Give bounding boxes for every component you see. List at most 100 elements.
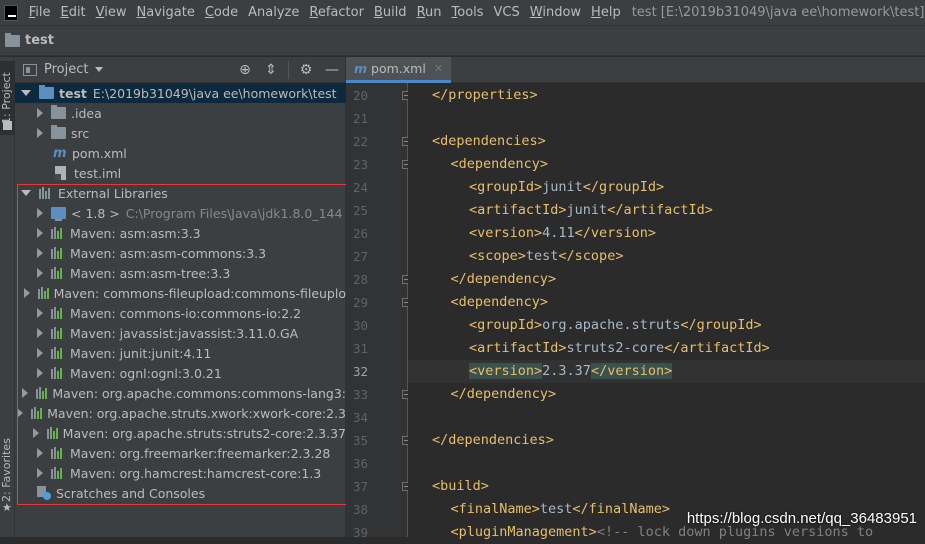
code-line[interactable] [408,452,925,475]
expand-arrow-icon[interactable] [22,388,29,398]
folder-icon [51,125,66,139]
expand-arrow-icon[interactable] [37,128,43,138]
tree-row-library[interactable]: Maven: asm:asm-commons:3.3 [15,243,346,263]
code-line[interactable]: </dependencies> [408,429,925,452]
library-label: Maven: javassist:javassist:3.11.0.GA [70,325,299,341]
library-label: Maven: junit:junit:4.11 [70,345,212,361]
tree-row-library[interactable]: Maven: org.apache.commons:commons-lang3: [15,383,346,403]
expand-arrow-icon[interactable] [37,108,43,118]
expand-arrow-icon[interactable] [37,228,43,238]
maven-library-icon [51,347,65,359]
menu-item[interactable]: Refactor [304,5,369,20]
chevron-down-icon[interactable] [95,67,104,72]
tree-row-library[interactable]: Maven: org.freemarker:freemarker:2.3.28 [15,443,346,463]
tab-pom-xml[interactable]: m pom.xml ✕ [346,57,452,83]
code-line[interactable]: <version>4.11</version> [408,222,925,245]
expand-arrow-icon[interactable] [37,328,43,338]
menu-item[interactable]: VCS [489,5,525,20]
code-line[interactable]: <artifactId>struts2-core</artifactId> [408,337,925,360]
tree-row-root[interactable]: test E:\2019b31049\java ee\homework\test [15,83,346,103]
window-title: test [E:\2019b31049\java ee\homework\tes… [631,5,925,20]
close-icon[interactable]: ✕ [434,62,443,75]
code-line[interactable]: <groupId>junit</groupId> [408,176,925,199]
tree-row-pom[interactable]: m pom.xml [15,143,346,163]
library-label: Maven: org.freemarker:freemarker:2.3.28 [70,445,331,461]
breadcrumb-project[interactable]: test [25,33,54,48]
tree-label: < 1.8 > [71,205,120,221]
expand-arrow-icon[interactable] [21,190,31,196]
menu-item[interactable]: Navigate [132,5,200,20]
project-view-selector[interactable]: Project [44,62,88,77]
expand-arrow-icon[interactable] [37,468,43,478]
maven-library-icon [51,227,65,239]
tree-row-library[interactable]: Maven: org.apache.struts:struts2-core:2.… [15,423,346,443]
menu-item[interactable]: Build [369,5,412,20]
expand-arrow-icon[interactable] [37,348,43,358]
expand-arrow-icon[interactable] [37,448,43,458]
tree-row-library[interactable]: Maven: org.hamcrest:hamcrest-core:1.3 [15,463,346,483]
maven-file-icon: m [53,145,67,161]
menu-item[interactable]: Window [525,5,586,20]
expand-arrow-icon[interactable] [37,248,43,258]
menu-item[interactable]: Run [412,5,447,20]
code-line[interactable]: </properties> [408,84,925,107]
menu-item[interactable]: File [24,5,56,20]
code-line[interactable]: <scope>test</scope> [408,245,925,268]
xml-tag: </properties> [432,87,538,103]
line-number: 35 [352,433,368,448]
jdk-icon [51,207,66,221]
tree-row-library[interactable]: Maven: org.apache.struts.xwork:xwork-cor… [15,403,346,423]
code-line[interactable]: <build> [408,475,925,498]
tree-row-library[interactable]: Maven: commons-io:commons-io:2.2 [15,303,346,323]
tree-row-scratches[interactable]: Scratches and Consoles [15,483,346,503]
tree-row-library[interactable]: Maven: javassist:javassist:3.11.0.GA [15,323,346,343]
tree-row-external-libraries[interactable]: External Libraries [15,183,346,203]
code-line[interactable]: </dependency> [408,383,925,406]
expand-arrow-icon[interactable] [32,428,39,438]
code-line[interactable]: <version>2.3.37</version> [408,360,925,383]
xml-tag: <version> [469,225,543,241]
code-line[interactable]: </dependency> [408,268,925,291]
expand-arrow-icon[interactable] [37,208,43,218]
gear-icon[interactable]: ⚙ [297,61,315,79]
expand-arrow-icon[interactable] [23,288,30,298]
tool-window-tab-favorites[interactable]: 2: Favorites [0,437,15,503]
code-line[interactable]: <dependency> [408,291,925,314]
tree-row-jdk[interactable]: < 1.8 > C:\Program Files\Java\jdk1.8.0_1… [15,203,346,223]
tree-row-library[interactable]: Maven: asm:asm:3.3 [15,223,346,243]
tree-row-library[interactable]: Maven: ognl:ognl:3.0.21 [15,363,346,383]
menu-item[interactable]: View [91,5,132,20]
collapse-all-icon[interactable]: ⇕ [262,61,280,79]
expand-arrow-icon[interactable] [17,408,24,418]
code-line[interactable]: <dependency> [408,153,925,176]
menu-item[interactable]: Analyze [243,5,304,20]
hide-icon[interactable]: — [323,61,341,79]
project-view-icon [23,63,37,76]
xml-tag: </version> [574,225,656,241]
xml-text: 2.3.37 [542,363,591,379]
xml-tag: <artifactId> [469,340,567,356]
tree-row-iml[interactable]: test.iml [15,163,346,183]
code-editor[interactable]: </properties> <dependencies> <dependency> <… [408,83,925,540]
expand-arrow-icon[interactable] [37,368,43,378]
xml-tag: <dependency> [450,294,549,310]
code-line[interactable]: <artifactId>junit</artifactId> [408,199,925,222]
tree-row-idea[interactable]: .idea [15,103,346,123]
menu-item[interactable]: Tools [447,5,489,20]
expand-arrow-icon[interactable] [37,268,43,278]
tree-row-library[interactable]: Maven: asm:asm-tree:3.3 [15,263,346,283]
xml-text: test [525,248,559,264]
menu-item[interactable]: Edit [55,5,90,20]
tree-row-library[interactable]: Maven: commons-fileupload:commons-fileup… [15,283,346,303]
code-line[interactable]: <dependencies> [408,130,925,153]
menu-item[interactable]: Code [200,5,243,20]
menu-item[interactable]: Help [586,5,626,20]
expand-arrow-icon[interactable] [21,90,31,96]
code-line[interactable] [408,107,925,130]
code-line[interactable]: <groupId>org.apache.struts</groupId> [408,314,925,337]
locate-icon[interactable]: ⊕ [236,61,254,79]
expand-arrow-icon[interactable] [37,308,43,318]
tree-row-library[interactable]: Maven: junit:junit:4.11 [15,343,346,363]
tree-row-src[interactable]: src [15,123,346,143]
code-line[interactable] [408,406,925,429]
